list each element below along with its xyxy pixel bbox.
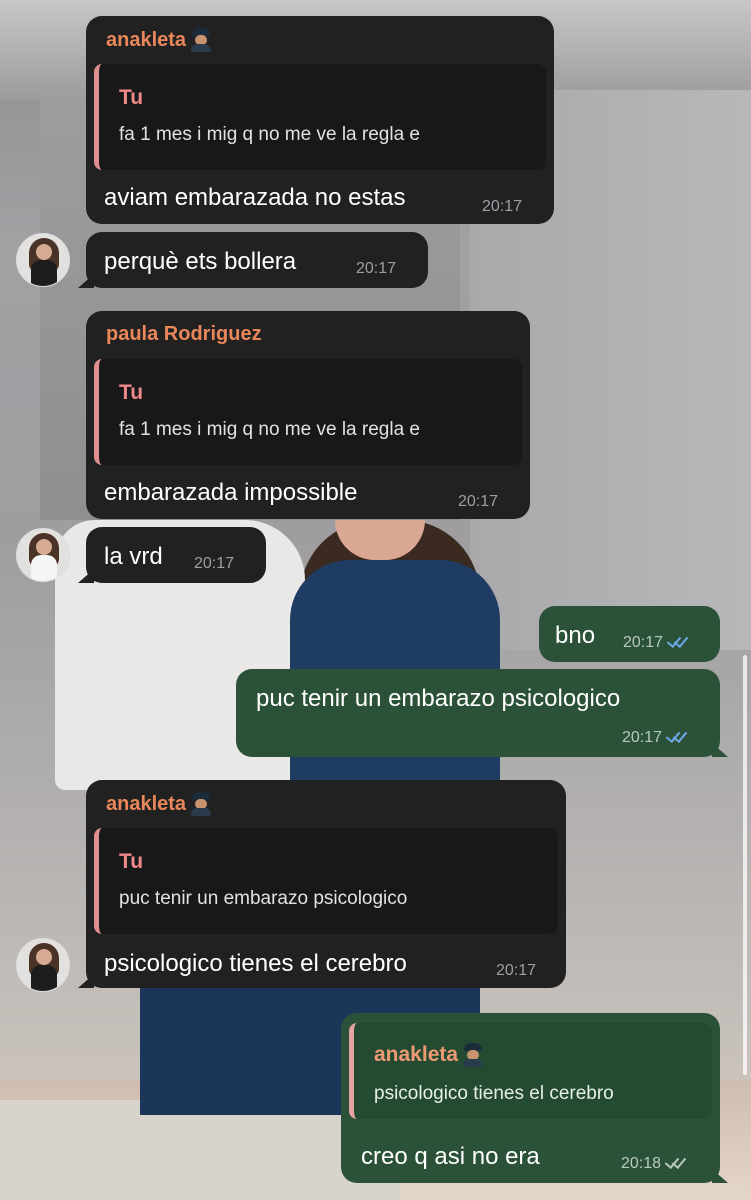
message-time: 20:17 xyxy=(496,962,537,979)
reply-sender: Tu xyxy=(119,86,144,109)
sender-name[interactable]: anakleta xyxy=(106,792,212,816)
message-bubble[interactable]: anakleta psicologico tienes el cerebro c… xyxy=(341,1013,720,1183)
message-bubble[interactable]: anakleta Tu puc tenir un embarazo psicol… xyxy=(86,780,566,988)
message-bubble[interactable]: la vrd 20:17 xyxy=(86,527,266,583)
message-bubble[interactable]: anakleta Tu fa 1 mes i mig q no me ve la… xyxy=(86,16,554,224)
reply-sender: anakleta xyxy=(374,1043,484,1067)
message-bubble[interactable]: paula Rodriguez Tu fa 1 mes i mig q no m… xyxy=(86,311,530,519)
reply-quote[interactable]: Tu fa 1 mes i mig q no me ve la regla e xyxy=(94,359,522,465)
reply-quote[interactable]: anakleta psicologico tienes el cerebro xyxy=(349,1023,712,1119)
reply-text: puc tenir un embarazo psicologico xyxy=(119,888,408,909)
read-checkmarks-icon xyxy=(666,729,688,743)
avatar[interactable] xyxy=(16,233,70,287)
message-text: psicologico tienes el cerebro xyxy=(104,950,407,977)
message-time: 20:17 xyxy=(482,198,523,215)
message-text: la vrd xyxy=(104,543,163,570)
reply-sender: Tu xyxy=(119,850,144,873)
reply-text: fa 1 mes i mig q no me ve la regla e xyxy=(119,419,420,440)
pilot-emoji-icon xyxy=(462,1043,484,1067)
pilot-emoji-icon xyxy=(190,792,212,816)
message-bubble[interactable]: puc tenir un embarazo psicologico 20:17 xyxy=(236,669,720,757)
read-checkmarks-icon xyxy=(667,634,689,648)
sender-name[interactable]: paula Rodriguez xyxy=(106,323,262,346)
message-text: creo q asi no era xyxy=(361,1143,540,1170)
message-text: puc tenir un embarazo psicologico xyxy=(256,685,621,712)
reply-quote[interactable]: Tu puc tenir un embarazo psicologico xyxy=(94,828,558,934)
reply-sender: Tu xyxy=(119,381,144,404)
message-time: 20:17 xyxy=(356,260,397,277)
avatar[interactable] xyxy=(16,528,70,582)
message-text: bno xyxy=(555,622,596,649)
reply-quote[interactable]: Tu fa 1 mes i mig q no me ve la regla e xyxy=(94,64,546,170)
delivered-checkmarks-icon xyxy=(665,1155,687,1169)
reply-text: psicologico tienes el cerebro xyxy=(374,1083,614,1104)
chat-scrollbar[interactable] xyxy=(743,655,747,1075)
message-text: perquè ets bollera xyxy=(104,248,297,275)
message-time: 20:17 xyxy=(622,729,688,747)
reply-text: fa 1 mes i mig q no me ve la regla e xyxy=(119,124,420,145)
avatar[interactable] xyxy=(16,938,70,992)
message-bubble[interactable]: perquè ets bollera 20:17 xyxy=(86,232,428,288)
message-time: 20:17 xyxy=(458,493,499,510)
message-time: 20:18 xyxy=(621,1155,687,1173)
message-text: aviam embarazada no estas xyxy=(104,184,406,211)
message-time: 20:17 xyxy=(623,634,689,652)
message-time: 20:17 xyxy=(194,555,235,572)
sender-name[interactable]: anakleta xyxy=(106,28,212,52)
message-bubble[interactable]: bno 20:17 xyxy=(539,606,720,662)
message-text: embarazada impossible xyxy=(104,479,358,506)
pilot-emoji-icon xyxy=(190,28,212,52)
